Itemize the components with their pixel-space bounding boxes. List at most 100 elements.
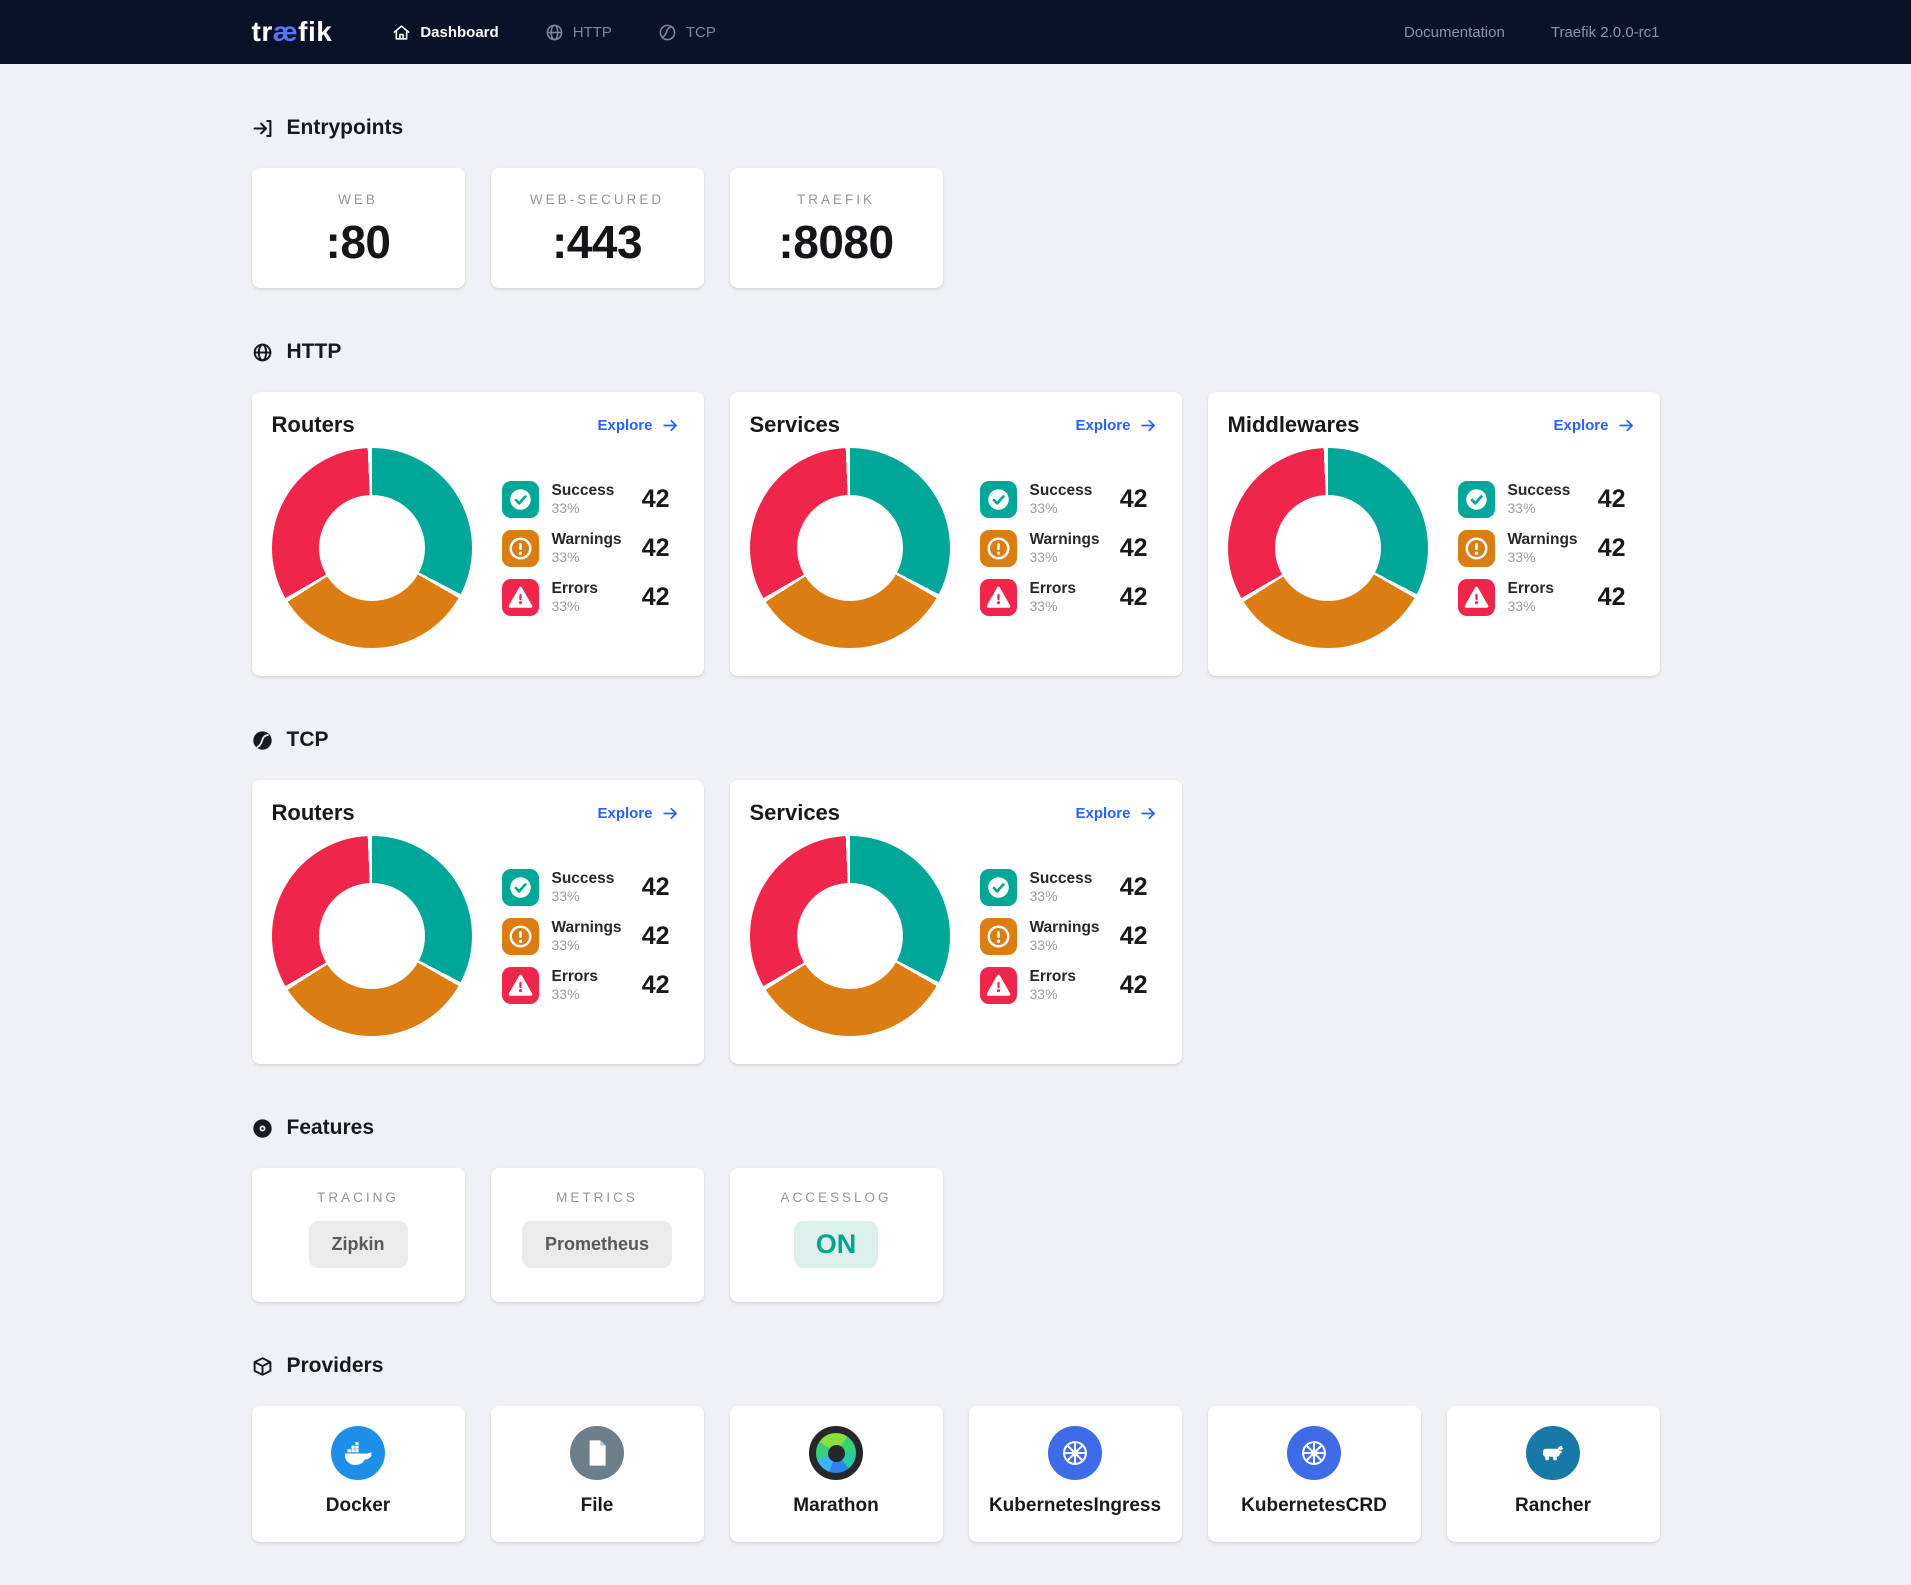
tcp-icon [658, 23, 677, 42]
status-legend: Success33% 42 Warnings33% 42 Errors33% 4… [1458, 481, 1636, 616]
legend-row-errors: Errors33% 42 [1458, 579, 1636, 616]
legend-value: 42 [1598, 485, 1636, 514]
entrypoint-card-web: WEB :80 [252, 168, 465, 288]
entrypoint-port: :443 [491, 215, 704, 269]
provider-name: KubernetesCRD [1208, 1495, 1421, 1517]
documentation-link[interactable]: Documentation [1404, 24, 1505, 41]
explore-link[interactable]: Explore [597, 804, 679, 823]
providers-icon [252, 1356, 273, 1377]
legend-name: Warnings [1030, 918, 1100, 937]
feature-value-badge: Prometheus [522, 1221, 672, 1268]
legend-name: Success [1030, 869, 1093, 888]
explore-link[interactable]: Explore [1075, 416, 1157, 435]
provider-card-docker: Docker [252, 1406, 465, 1542]
error-icon [502, 967, 539, 1004]
feature-value-badge: Zipkin [309, 1221, 408, 1268]
marathon-icon [809, 1426, 863, 1480]
entrypoint-port: :8080 [730, 215, 943, 269]
legend-percent: 33% [552, 888, 615, 906]
status-legend: Success33% 42 Warnings33% 42 Errors33% 4… [502, 869, 680, 1004]
provider-name: Docker [252, 1495, 465, 1517]
legend-percent: 33% [1030, 937, 1100, 955]
section-title: TCP [287, 728, 329, 752]
section-title: Providers [287, 1354, 384, 1378]
legend-name: Success [552, 869, 615, 888]
explore-link[interactable]: Explore [597, 416, 679, 435]
card-title: Routers [272, 412, 355, 438]
explore-label: Explore [597, 417, 652, 434]
explore-link[interactable]: Explore [1075, 804, 1157, 823]
globe-icon [545, 23, 564, 42]
legend-row-warnings: Warnings33% 42 [980, 918, 1158, 955]
success-icon [502, 869, 539, 906]
logo-ae: æ [273, 16, 298, 47]
legend-percent: 33% [1508, 598, 1555, 616]
error-icon [980, 579, 1017, 616]
legend-value: 42 [1120, 534, 1158, 563]
legend-name: Warnings [552, 918, 622, 937]
logo-text: fik [298, 16, 332, 47]
arrow-right-icon [1139, 804, 1158, 823]
feature-card-accesslog: ACCESSLOG ON [730, 1168, 943, 1302]
nav-item-http[interactable]: HTTP [545, 23, 612, 42]
provider-card-file: File [491, 1406, 704, 1542]
explore-label: Explore [1553, 417, 1608, 434]
legend-value: 42 [642, 873, 680, 902]
legend-value: 42 [1120, 971, 1158, 1000]
legend-row-success: Success33% 42 [1458, 481, 1636, 518]
version-label[interactable]: Traefik 2.0.0-rc1 [1551, 24, 1660, 41]
warning-icon [1458, 530, 1495, 567]
traefik-logo[interactable]: træfik [252, 16, 333, 48]
logo-text: tr [252, 16, 273, 47]
status-legend: Success33% 42 Warnings33% 42 Errors33% 4… [980, 481, 1158, 616]
file-icon [570, 1426, 624, 1480]
nav-item-dashboard[interactable]: Dashboard [392, 23, 498, 42]
feature-card-tracing: TRACING Zipkin [252, 1168, 465, 1302]
http-grid: Routers Explore Success33% 42 Warn [252, 392, 1660, 676]
features-grid: TRACING Zipkin METRICS Prometheus ACCESS… [252, 1168, 1660, 1302]
warning-icon [502, 918, 539, 955]
provider-card-kubernetes-crd: KubernetesCRD [1208, 1406, 1421, 1542]
section-title: HTTP [287, 340, 342, 364]
legend-percent: 33% [552, 986, 599, 1004]
section-title: Features [287, 1116, 375, 1140]
legend-name: Success [1508, 481, 1571, 500]
tcp-services-card: Services Explore Success33% 42 War [730, 780, 1182, 1064]
nav-item-tcp[interactable]: TCP [658, 23, 716, 42]
feature-label: ACCESSLOG [730, 1190, 943, 1205]
legend-percent: 33% [1030, 549, 1100, 567]
entrypoint-card-web-secured: WEB-SECURED :443 [491, 168, 704, 288]
entrypoint-label: WEB [252, 192, 465, 207]
explore-link[interactable]: Explore [1553, 416, 1635, 435]
tcp-routers-card: Routers Explore Success33% 42 Warn [252, 780, 704, 1064]
explore-label: Explore [1075, 805, 1130, 822]
legend-value: 42 [642, 583, 680, 612]
status-donut-chart [272, 448, 472, 648]
legend-percent: 33% [552, 598, 599, 616]
arrow-right-icon [661, 416, 680, 435]
feature-on-badge: ON [794, 1221, 879, 1268]
legend-name: Success [1030, 481, 1093, 500]
provider-name: File [491, 1495, 704, 1517]
legend-value: 42 [1598, 583, 1636, 612]
provider-card-kubernetes-ingress: KubernetesIngress [969, 1406, 1182, 1542]
legend-percent: 33% [1030, 888, 1093, 906]
entrypoints-icon [252, 118, 273, 139]
tcp-section-header: TCP [252, 728, 1660, 752]
legend-value: 42 [642, 534, 680, 563]
legend-percent: 33% [552, 500, 615, 518]
kubernetes-icon [1287, 1426, 1341, 1480]
legend-name: Errors [1030, 579, 1077, 598]
rancher-icon [1526, 1426, 1580, 1480]
legend-name: Warnings [1030, 530, 1100, 549]
error-icon [980, 967, 1017, 1004]
legend-value: 42 [642, 922, 680, 951]
home-icon [392, 23, 411, 42]
legend-row-warnings: Warnings33% 42 [502, 530, 680, 567]
nav-label: Dashboard [420, 24, 498, 41]
http-middlewares-card: Middlewares Explore Success33% 42 [1208, 392, 1660, 676]
arrow-right-icon [1617, 416, 1636, 435]
entrypoint-card-traefik: TRAEFIK :8080 [730, 168, 943, 288]
legend-row-warnings: Warnings33% 42 [980, 530, 1158, 567]
legend-value: 42 [1598, 534, 1636, 563]
